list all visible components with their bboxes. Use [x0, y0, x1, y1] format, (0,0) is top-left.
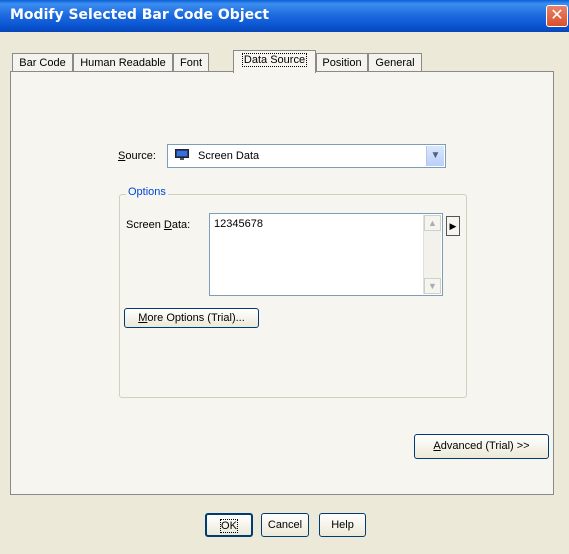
scroll-down-icon[interactable]: ▼	[424, 278, 441, 294]
tab-position[interactable]: Position	[316, 53, 368, 72]
tab-font[interactable]: Font	[173, 53, 209, 72]
dialog-title: Modify Selected Bar Code Object	[10, 7, 270, 23]
options-group-title: Options	[126, 186, 168, 198]
source-select[interactable]: Screen Data ▼	[167, 144, 446, 168]
insert-field-button[interactable]: ▶	[446, 216, 460, 236]
screen-data-value: 12345678	[214, 218, 263, 230]
title-bar[interactable]: Modify Selected Bar Code Object ✕	[0, 0, 569, 32]
tab-general[interactable]: General	[368, 53, 422, 72]
cancel-button[interactable]: Cancel	[261, 513, 309, 537]
close-button[interactable]: ✕	[546, 5, 568, 27]
chevron-down-icon[interactable]: ▼	[426, 146, 444, 166]
monitor-icon	[175, 149, 189, 160]
tab-human-readable[interactable]: Human Readable	[73, 53, 173, 72]
screen-data-label: Screen Data:	[126, 219, 191, 231]
screen-data-scrollbar[interactable]: ▲ ▼	[423, 215, 441, 294]
help-button[interactable]: Help	[319, 513, 366, 537]
scroll-up-icon[interactable]: ▲	[424, 215, 441, 231]
dialog-window: Modify Selected Bar Code Object ✕ Bar Co…	[0, 0, 569, 554]
ok-button[interactable]: OK	[205, 513, 253, 537]
tab-bar-code[interactable]: Bar Code	[12, 53, 73, 72]
more-options-button[interactable]: More Options (Trial)...	[124, 308, 259, 328]
advanced-button[interactable]: Advanced (Trial) >>	[414, 434, 549, 459]
tab-data-source[interactable]: Data Source	[233, 50, 316, 73]
screen-data-field[interactable]: 12345678 ▲ ▼	[209, 213, 443, 296]
triangle-right-icon: ▶	[449, 221, 457, 231]
close-icon: ✕	[550, 5, 564, 24]
source-label: Source:	[118, 150, 156, 162]
source-value: Screen Data	[198, 150, 260, 162]
